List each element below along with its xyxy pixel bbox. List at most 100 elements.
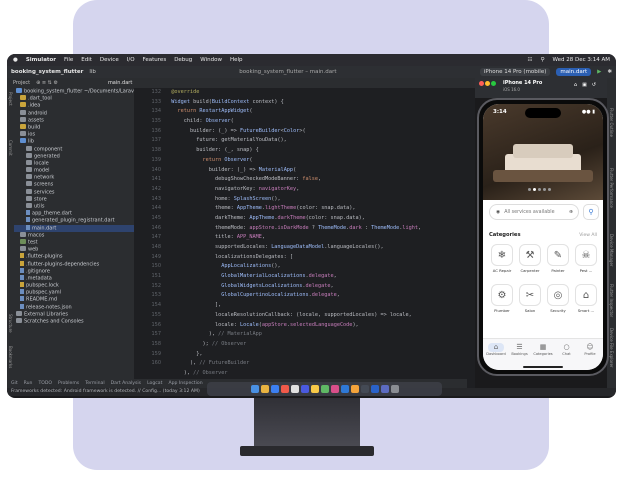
tree-item[interactable]: build — [14, 123, 134, 131]
tree-item[interactable]: ios — [14, 131, 134, 138]
menubar-clock[interactable]: Wed 28 Dec 3:14 AM — [553, 57, 610, 63]
category-item[interactable]: ☠ Pest ... — [575, 244, 597, 273]
category-item[interactable]: ✎ Painter — [547, 244, 569, 273]
gps-icon[interactable]: ⊕ — [569, 210, 573, 215]
tool-flutter-outline[interactable]: Flutter Outline — [609, 108, 614, 137]
tree-item[interactable]: macos — [14, 231, 134, 239]
tool-device-file-explorer[interactable]: Device File Explorer — [609, 328, 614, 368]
control-center-icon[interactable]: ☷ — [528, 57, 533, 63]
category-item[interactable]: ⚙ Plumber — [491, 284, 513, 313]
menu-window[interactable]: Window — [200, 57, 222, 63]
code-editor[interactable]: @override Widget build(BuildContext cont… — [165, 88, 475, 388]
project-name[interactable]: booking_system_flutter — [11, 69, 83, 75]
dock-trash-icon[interactable] — [390, 385, 399, 393]
search-button[interactable]: ⚲ — [583, 204, 599, 220]
category-item[interactable]: ❄ AC Repair — [491, 244, 513, 273]
tree-item[interactable]: lib — [14, 138, 134, 145]
dock-app-icon[interactable] — [290, 385, 299, 393]
tree-item[interactable]: locale — [14, 159, 134, 167]
dock-app-icon[interactable] — [370, 385, 379, 393]
menu-edit[interactable]: Edit — [81, 57, 92, 63]
tree-item[interactable]: pubspec.lock — [14, 282, 134, 289]
run-config-selector[interactable]: main.dart — [556, 68, 592, 76]
tree-item[interactable]: web — [14, 246, 134, 253]
tab-terminal[interactable]: Terminal — [85, 381, 104, 386]
tree-item[interactable]: Scratches and Consoles — [14, 318, 134, 325]
dock-app-icon[interactable] — [330, 385, 339, 393]
search-icon[interactable]: ⚲ — [540, 57, 544, 63]
editor-tab[interactable]: main.dart — [108, 80, 132, 86]
close-icon[interactable] — [479, 81, 484, 86]
menu-device[interactable]: Device — [100, 57, 119, 63]
tree-item[interactable]: screens — [14, 181, 134, 188]
tab-git[interactable]: Git — [11, 381, 18, 386]
tree-item[interactable]: .flutter-plugins — [14, 253, 134, 260]
tree-item[interactable]: pubspec.yaml — [14, 289, 134, 296]
tree-item[interactable]: test — [14, 238, 134, 246]
tab-todo[interactable]: TODO — [38, 381, 52, 386]
category-item[interactable]: ⌂ Smart ... — [575, 284, 597, 313]
tree-item[interactable]: .dart_tool — [14, 95, 134, 102]
run-icon[interactable]: ▶ — [597, 69, 601, 75]
tree-item[interactable]: utils — [14, 203, 134, 210]
tab-run[interactable]: Run — [24, 381, 33, 386]
tree-item[interactable]: app_theme.dart — [14, 210, 134, 217]
tool-structure[interactable]: Structure — [8, 314, 13, 333]
dock-app-icon[interactable] — [300, 385, 309, 393]
apple-icon[interactable]: ● — [13, 57, 18, 63]
tree-item[interactable]: network — [14, 174, 134, 181]
dock-app-icon[interactable] — [280, 385, 289, 393]
tool-icons[interactable]: ⊕ ≡ ⇅ ⚙ — [36, 80, 58, 86]
tab-bookings[interactable]: ☰ Bookings — [509, 343, 531, 356]
tree-item[interactable]: services — [14, 188, 134, 196]
tree-item[interactable]: generated_plugin_registrant.dart — [14, 217, 134, 224]
tree-item[interactable]: .metadata — [14, 274, 134, 282]
tree-item[interactable]: README.md — [14, 296, 134, 303]
menu-io[interactable]: I/O — [127, 57, 135, 63]
zoom-icon[interactable] — [491, 81, 496, 86]
menu-file[interactable]: File — [64, 57, 73, 63]
dock-app-icon[interactable] — [260, 385, 269, 393]
dock-app-icon[interactable] — [320, 385, 329, 393]
tab-app-inspection[interactable]: App Inspection — [168, 381, 202, 386]
tool-device-manager[interactable]: Device Manager — [609, 234, 614, 266]
tab-profile[interactable]: ☺ Profile — [579, 343, 601, 356]
tab-chat[interactable]: ○ Chat — [556, 343, 578, 356]
category-item[interactable]: ✂ Salon — [519, 284, 541, 313]
dock-app-icon[interactable] — [270, 385, 279, 393]
debug-icon[interactable]: ✱ — [607, 69, 612, 75]
tool-project[interactable]: Project — [8, 92, 13, 106]
device-selector[interactable]: iPhone 14 Pro (mobile) — [479, 68, 551, 76]
tool-flutter-inspector[interactable]: Flutter Inspector — [609, 284, 614, 317]
tree-item[interactable]: android — [14, 109, 134, 117]
tool-commit[interactable]: Commit — [8, 140, 13, 156]
tree-item[interactable]: model — [14, 167, 134, 174]
tree-item[interactable]: store — [14, 195, 134, 203]
tool-flutter-performance[interactable]: Flutter Performance — [609, 168, 614, 208]
dock-finder-icon[interactable] — [250, 385, 259, 393]
dock-app-icon[interactable] — [350, 385, 359, 393]
breadcrumb-lib[interactable]: lib — [89, 69, 96, 75]
menu-help[interactable]: Help — [230, 57, 243, 63]
tab-problems[interactable]: Problems — [58, 381, 79, 386]
menu-features[interactable]: Features — [143, 57, 167, 63]
category-item[interactable]: ◎ Security — [547, 284, 569, 313]
dock-app-icon[interactable] — [360, 385, 369, 393]
tab-dashboard[interactable]: ⌂ Dashboard — [485, 343, 507, 356]
tree-item[interactable]: .idea — [14, 102, 134, 109]
tree-item[interactable]: booking_system_flutter ~/Documents/Larav… — [14, 88, 134, 95]
tree-item[interactable]: assets — [14, 116, 134, 124]
dock-app-icon[interactable] — [310, 385, 319, 393]
carousel-dots[interactable] — [528, 188, 551, 191]
dock-app-icon[interactable] — [340, 385, 349, 393]
simulator-controls[interactable]: ⌂▣↺ — [574, 82, 601, 88]
minimize-icon[interactable] — [485, 81, 490, 86]
dock-app-icon[interactable] — [380, 385, 389, 393]
menubar-app-name[interactable]: Simulator — [26, 57, 56, 63]
tab-dart-analysis[interactable]: Dart Analysis — [111, 381, 141, 386]
tree-item[interactable]: release-notes.json — [14, 303, 134, 311]
tool-bookmarks[interactable]: Bookmarks — [8, 346, 13, 368]
tab-logcat[interactable]: Logcat — [147, 381, 162, 386]
tree-item[interactable]: component — [14, 145, 134, 153]
tree-item[interactable]: main.dart — [14, 224, 134, 232]
